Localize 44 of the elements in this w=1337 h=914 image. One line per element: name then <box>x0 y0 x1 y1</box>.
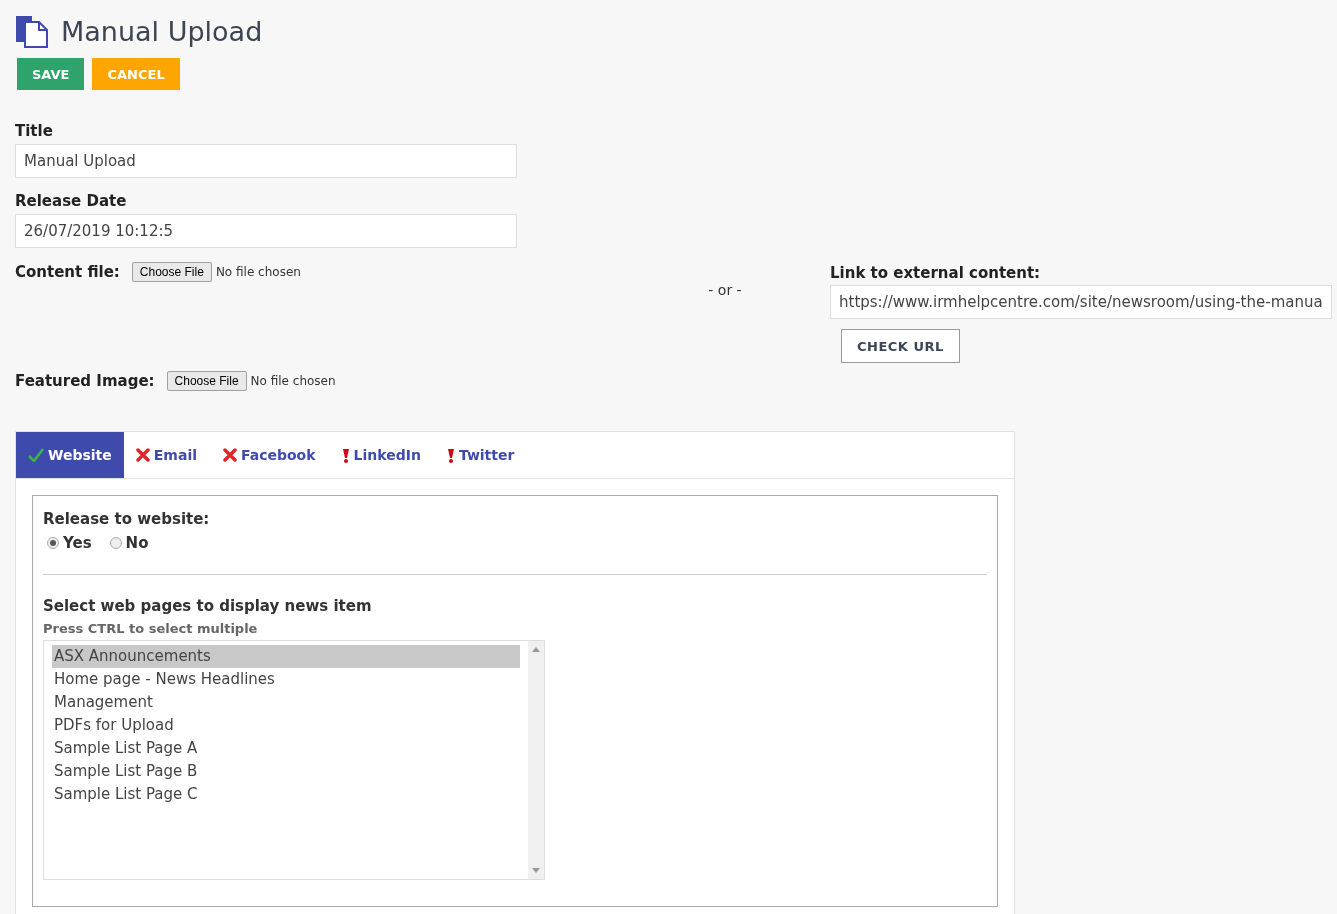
exclamation-icon <box>446 447 455 463</box>
field-label: Title <box>15 122 54 140</box>
list-option[interactable]: Sample List Page A <box>52 737 520 760</box>
list-option[interactable]: Home page - News Headlines <box>52 668 520 691</box>
list-option[interactable]: Sample List Page C <box>52 783 520 806</box>
field-label: Release Date <box>15 192 128 210</box>
check-icon <box>28 448 44 462</box>
tab[interactable]: Facebook <box>211 432 328 478</box>
tab[interactable]: Twitter <box>434 432 527 478</box>
file-status: No file chosen <box>250 374 336 388</box>
page-list[interactable]: ASX Announcements Home page - News Headlines Management PDFs for Upload Sample List Page A Sample List Page B Sample List Page C <box>43 640 545 880</box>
list-option[interactable]: Management <box>52 691 520 714</box>
radio-option[interactable]: No <box>109 534 149 552</box>
title-input[interactable]: Manual Upload <box>15 144 517 178</box>
hint-text: Press CTRL to select multiple <box>43 621 259 636</box>
cross-icon <box>135 448 150 462</box>
tab[interactable]: LinkedIn <box>329 432 433 478</box>
radio-icon[interactable] <box>109 537 122 549</box>
cross-icon <box>223 448 237 462</box>
tab[interactable]: Email <box>123 432 209 478</box>
list-option[interactable]: PDFs for Upload <box>52 714 520 737</box>
choose-file-button[interactable]: Choose File <box>131 262 212 282</box>
check-url-button[interactable]: CHECK URL <box>841 329 960 363</box>
field-label: Content file: <box>15 263 120 281</box>
or-separator: - or - <box>707 281 743 300</box>
tab[interactable]: Website <box>16 432 124 478</box>
field-label: Link to external content: <box>830 264 1042 282</box>
section-heading: Select web pages to display news item <box>43 597 373 615</box>
radio-icon[interactable] <box>47 537 59 549</box>
url-input[interactable]: https://www.irmhelpcentre.com/site/newsroom/using-the-manua <box>830 285 1332 319</box>
exclamation-icon <box>341 447 350 463</box>
field-label: Featured Image: <box>15 372 155 390</box>
list-option[interactable]: ASX Announcements <box>52 645 520 668</box>
date-input[interactable]: 26/07/2019 10:12:5 <box>15 214 517 248</box>
scroll-down-icon[interactable] <box>532 868 540 873</box>
scrollbar[interactable] <box>528 641 544 879</box>
choose-file-button[interactable]: Choose File <box>166 371 247 391</box>
documents-icon <box>15 14 49 48</box>
list-option[interactable]: Sample List Page B <box>52 760 520 783</box>
page-title: Manual Upload <box>61 15 263 47</box>
radio-option[interactable]: Yes <box>47 534 92 552</box>
scroll-up-icon[interactable] <box>532 647 540 652</box>
file-status: No file chosen <box>215 265 301 279</box>
section-label: Release to website: <box>43 510 211 528</box>
